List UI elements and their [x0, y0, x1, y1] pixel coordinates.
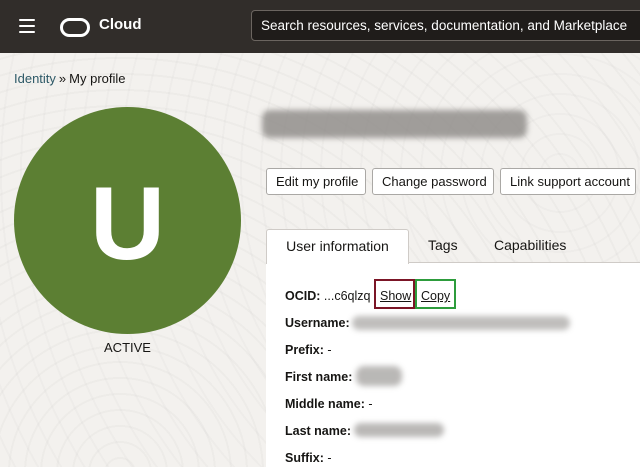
prefix-value: - [327, 343, 332, 357]
redacted-username [352, 316, 570, 330]
middle-name-row: Middle name: - [285, 397, 373, 411]
edit-profile-button[interactable]: Edit my profile [266, 168, 366, 195]
suffix-value: - [327, 451, 332, 465]
ocid-label: OCID: [285, 289, 321, 303]
suffix-row: Suffix: - [285, 451, 332, 465]
breadcrumb-identity-link[interactable]: Identity [14, 71, 56, 86]
link-support-account-button[interactable]: Link support account [500, 168, 636, 195]
last-name-label: Last name: [285, 424, 351, 438]
copy-ocid-link[interactable]: Copy [421, 289, 450, 303]
breadcrumb-current: My profile [69, 71, 126, 86]
middle-name-value: - [368, 397, 373, 411]
tab-tags[interactable]: Tags [428, 229, 458, 261]
breadcrumb-separator: » [58, 71, 67, 86]
avatar-initial: U [89, 165, 166, 282]
tab-user-information[interactable]: User information [266, 229, 409, 264]
ocid-row: OCID: ...c6qlzq [285, 289, 370, 303]
redacted-first-name [356, 366, 402, 386]
breadcrumb: Identity» My profile [14, 71, 126, 86]
redacted-user-name [262, 110, 527, 138]
username-label: Username: [285, 316, 350, 330]
top-navigation-bar: Cloud Search resources, services, docume… [0, 0, 640, 53]
avatar: U [14, 107, 241, 334]
first-name-label: First name: [285, 370, 353, 384]
status-label: ACTIVE [104, 340, 151, 355]
username-row: Username: [285, 316, 350, 330]
prefix-label: Prefix: [285, 343, 324, 357]
tab-capabilities[interactable]: Capabilities [494, 229, 566, 261]
last-name-row: Last name: [285, 424, 351, 438]
hamburger-menu-icon[interactable] [19, 19, 35, 33]
oracle-logo-icon[interactable] [60, 18, 90, 37]
brand-name[interactable]: Cloud [99, 16, 142, 33]
ocid-value: ...c6qlzq [323, 289, 371, 303]
search-input[interactable]: Search resources, services, documentatio… [251, 10, 640, 41]
prefix-row: Prefix: - [285, 343, 332, 357]
redacted-last-name [354, 423, 444, 437]
first-name-row: First name: [285, 370, 352, 384]
middle-name-label: Middle name: [285, 397, 365, 411]
show-ocid-link[interactable]: Show [380, 289, 411, 303]
suffix-label: Suffix: [285, 451, 324, 465]
change-password-button[interactable]: Change password [372, 168, 494, 195]
